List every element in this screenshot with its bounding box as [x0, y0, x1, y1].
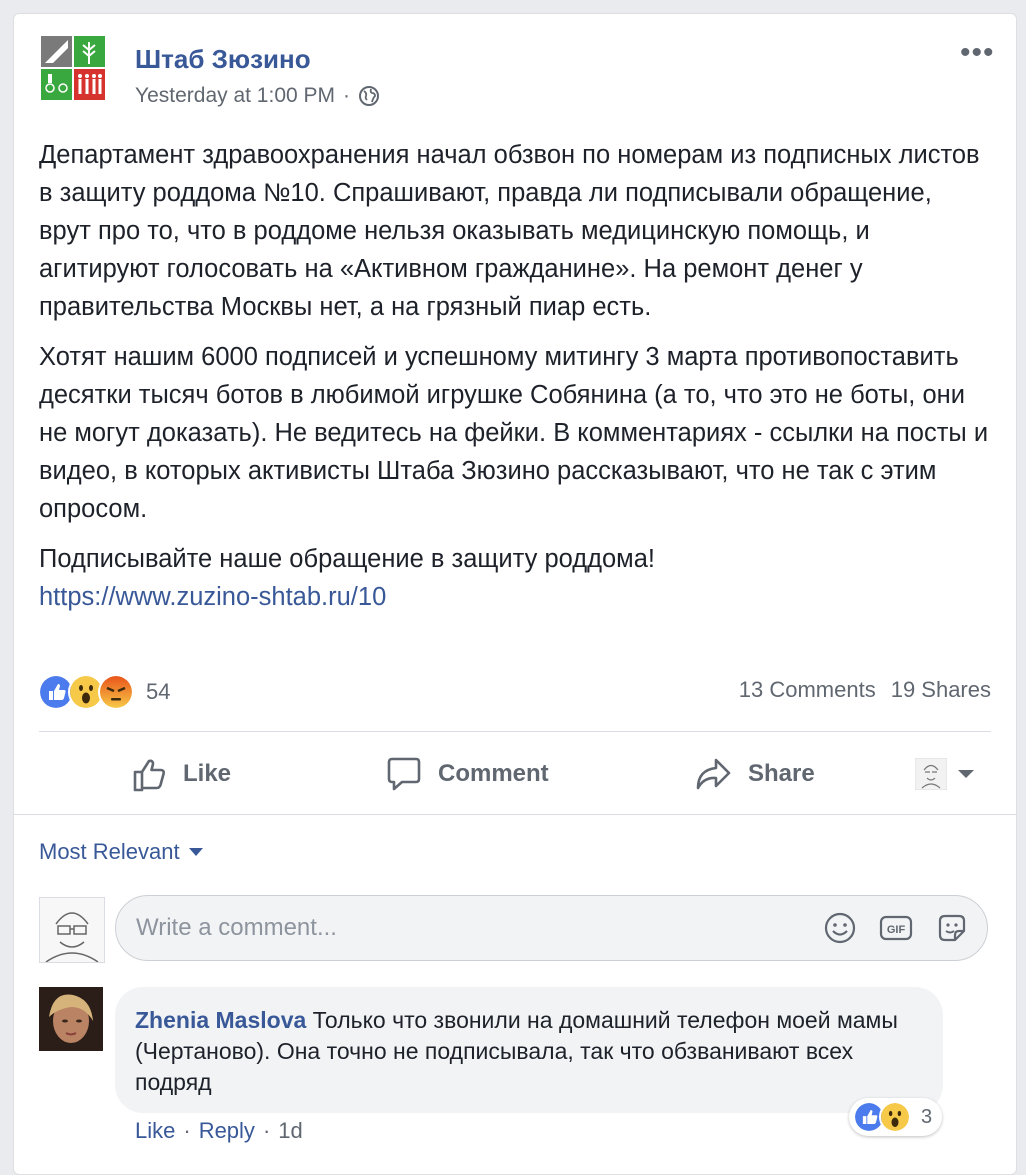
page-avatar[interactable]	[41, 36, 105, 100]
wow-reaction-icon	[879, 1101, 911, 1133]
commenter-avatar[interactable]	[39, 987, 103, 1051]
comment-button[interactable]: Comment	[384, 744, 549, 804]
comment-reaction-count: 3	[921, 1105, 933, 1128]
post-body: Департамент здравоохранения начал обзвон…	[39, 136, 989, 616]
post-paragraph: Департамент здравоохранения начал обзвон…	[39, 141, 980, 321]
comment-input[interactable]: Write a comment...	[136, 896, 337, 959]
comment-text-block: Zhenia Maslova Только что звонили на дом…	[135, 1005, 925, 1098]
post-as-selector[interactable]	[915, 744, 975, 804]
post-timestamp[interactable]: Yesterday at 1:00 PM	[135, 84, 335, 108]
comment-bubble: Zhenia Maslova Только что звонили на дом…	[115, 987, 943, 1113]
dot-separator: ·	[262, 1118, 271, 1143]
like-button[interactable]: Like	[129, 744, 231, 804]
dot-separator: ·	[183, 1118, 191, 1143]
sort-label: Most Relevant	[39, 839, 180, 864]
comment-label: Comment	[438, 760, 549, 787]
svg-text:GIF: GIF	[887, 924, 906, 936]
comments-count-link[interactable]: 13 Comments	[739, 677, 876, 703]
meta-dot: ·	[343, 84, 351, 107]
post-card: Штаб Зюзино Yesterday at 1:00 PM · ••• Д…	[13, 13, 1017, 1175]
emoji-icon[interactable]	[823, 911, 857, 945]
gif-icon[interactable]: GIF	[879, 911, 913, 945]
share-button[interactable]: Share	[694, 744, 815, 804]
comment-sort-dropdown[interactable]: Most Relevant	[39, 839, 204, 865]
shares-count-link[interactable]: 19 Shares	[891, 677, 991, 703]
comment-author-link[interactable]: Zhenia Maslova	[135, 1007, 306, 1033]
share-arrow-icon	[696, 758, 731, 790]
comment-reactions[interactable]: 3	[849, 1098, 943, 1136]
caret-down-icon	[188, 848, 203, 856]
like-label: Like	[183, 760, 232, 787]
sticker-icon[interactable]	[935, 911, 969, 945]
divider	[14, 814, 1016, 815]
action-bar: Like Comment Share	[39, 744, 991, 804]
comment-bubble-icon	[387, 757, 421, 791]
user-avatar	[39, 897, 105, 963]
comment-actions: Like · Reply · 1d	[135, 1118, 303, 1144]
comment-age[interactable]: 1d	[278, 1118, 302, 1144]
page-name-link[interactable]: Штаб Зюзино	[135, 44, 311, 75]
post-paragraph: Подписывайте наше обращение в защиту род…	[39, 545, 655, 573]
profile-avatar-small	[915, 758, 947, 790]
thumbs-up-icon	[133, 759, 165, 792]
post-link[interactable]: https://www.zuzino-shtab.ru/10	[39, 583, 386, 611]
engagement-counts: 13 Comments 19 Shares	[739, 677, 991, 703]
angry-reaction-icon	[98, 674, 134, 710]
comment-composer[interactable]: Write a comment... GIF	[115, 895, 988, 961]
post-paragraph: Хотят нашим 6000 подписей и успешному ми…	[39, 343, 989, 523]
globe-icon	[359, 86, 380, 106]
chevron-down-icon	[958, 770, 974, 778]
more-options-button[interactable]: •••	[960, 36, 995, 70]
post-meta: Yesterday at 1:00 PM ·	[135, 84, 380, 108]
comment-like-link[interactable]: Like	[135, 1118, 175, 1144]
reactions-summary[interactable]: 54	[38, 674, 170, 710]
divider	[39, 731, 991, 732]
share-label: Share	[748, 760, 815, 787]
reaction-count: 54	[146, 679, 171, 704]
comment-reply-link[interactable]: Reply	[199, 1118, 255, 1144]
